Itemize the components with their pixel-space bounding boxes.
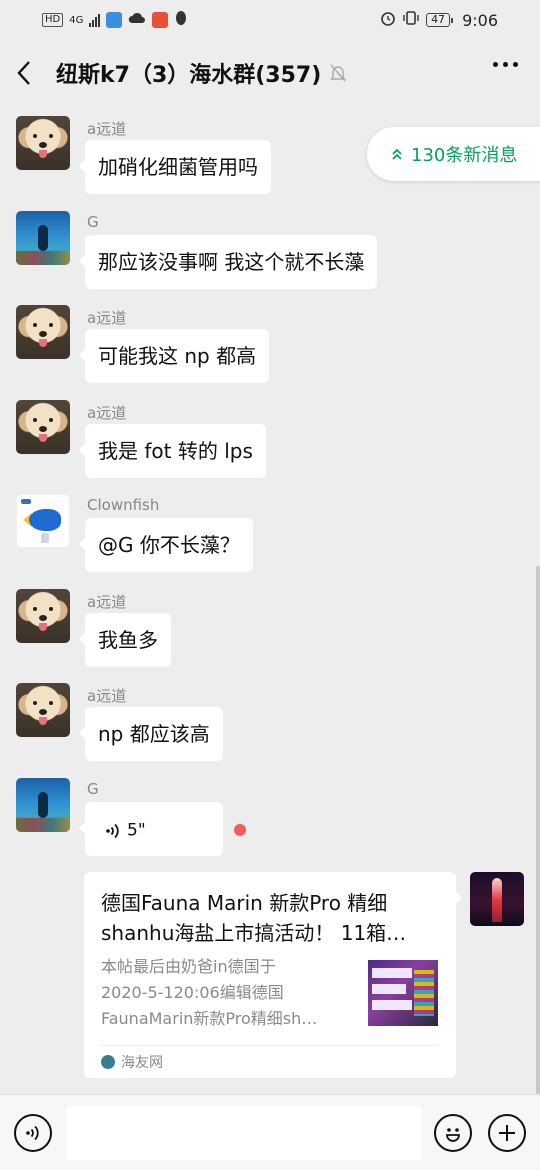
message-bubble[interactable]: 我鱼多 <box>79 613 171 667</box>
own-message-item: 德国Fauna Marin 新款Pro 精细 shanhu海盐上市搞活动！ 11… <box>0 870 540 1094</box>
source-logo-icon <box>101 1055 115 1069</box>
message-bubble[interactable]: np 都应该高 <box>79 707 223 761</box>
sender-name: G <box>87 213 99 231</box>
link-card-title-line: 德国Fauna Marin 新款Pro 精细 <box>101 891 388 915</box>
message-list[interactable]: a远道 加硝化细菌管用吗 G 那应该没事啊 我这个就不长藻 a远道 可能我这 n… <box>0 106 540 1094</box>
dog-avatar[interactable] <box>16 589 70 643</box>
message-bubble[interactable]: @G 你不长藻？ <box>79 518 253 572</box>
back-button[interactable] <box>16 53 46 93</box>
voice-input-button[interactable] <box>14 1114 52 1152</box>
sender-name: G <box>87 780 99 798</box>
cloud-icon <box>128 11 146 29</box>
clock: 9:06 <box>462 10 498 30</box>
news-app-icon <box>152 12 169 28</box>
sender-name: a远道 <box>87 687 127 705</box>
link-card-source: 海友网 <box>101 1052 163 1072</box>
sender-name: a远道 <box>87 309 127 327</box>
sender-name: a远道 <box>87 593 127 611</box>
link-card-desc-line: FaunaMarin新款Pro精细sh… <box>101 1009 318 1028</box>
my-avatar[interactable] <box>470 872 524 926</box>
plus-icon <box>499 1125 515 1141</box>
status-bar: HD 4G 47 9:06 <box>0 0 540 40</box>
new-messages-label: 130条新消息 <box>411 145 518 166</box>
unread-voice-dot <box>234 824 246 836</box>
link-card-thumbnail <box>368 960 438 1026</box>
app-notification-icon <box>106 12 123 28</box>
emoji-button[interactable] <box>434 1114 472 1152</box>
link-card-title-line: shanhu海盐上市搞活动！ 11箱… <box>101 921 407 945</box>
message-bubble[interactable]: 可能我这 np 都高 <box>78 329 270 383</box>
voice-duration: 5" <box>127 820 146 841</box>
dog-avatar[interactable] <box>16 116 70 170</box>
message-item: a远道 我鱼多 <box>16 579 516 667</box>
link-card-title: 德国Fauna Marin 新款Pro 精细 shanhu海盐上市搞活动！ 11… <box>101 888 431 948</box>
sender-name: Clownfish <box>87 496 160 514</box>
message-input[interactable] <box>66 1106 422 1160</box>
signal-icon <box>89 13 101 27</box>
dog-avatar[interactable] <box>16 305 70 359</box>
new-messages-button[interactable]: 130条新消息 <box>367 127 540 181</box>
chat-header: 纽斯k7（3）海水群(357) <box>0 40 540 106</box>
network-type: 4G <box>69 14 84 26</box>
scrollbar[interactable] <box>536 566 540 1094</box>
message-bubble[interactable]: 我是 fot 转的 lps <box>79 424 266 478</box>
chat-title: 纽斯k7（3）海水群(357) <box>56 63 322 88</box>
voice-message-bubble[interactable]: 5" <box>79 802 223 856</box>
fish-avatar[interactable] <box>16 494 70 548</box>
dog-avatar[interactable] <box>16 400 70 454</box>
more-options-button[interactable] <box>493 62 518 67</box>
message-item: G 5" <box>16 768 516 856</box>
alarm-icon <box>380 10 396 30</box>
link-card-description: 本帖最后由奶爸in德国于 2020-5-120:06编辑德国 FaunaMari… <box>101 954 351 1032</box>
message-bubble[interactable]: 加硝化细菌管用吗 <box>79 140 271 194</box>
dog-avatar[interactable] <box>16 683 70 737</box>
input-bar <box>0 1094 540 1170</box>
link-card-divider <box>101 1045 439 1046</box>
message-item: a远道 我是 fot 转的 lps <box>16 390 516 478</box>
sender-name: a远道 <box>87 404 127 422</box>
message-item: a远道 可能我这 np 都高 <box>16 295 516 383</box>
diver-avatar[interactable] <box>16 778 70 832</box>
vibrate-icon <box>402 10 420 30</box>
more-functions-button[interactable] <box>488 1114 526 1152</box>
mute-bell-icon <box>329 63 347 83</box>
message-item: G 那应该没事啊 我这个就不长藻 <box>16 201 516 289</box>
smiley-icon <box>446 1128 460 1142</box>
status-bar-left: HD 4G <box>42 10 188 30</box>
link-card-desc-line: 2020-5-120:06编辑德国 <box>101 983 284 1002</box>
link-card-desc-line: 本帖最后由奶爸in德国于 <box>101 957 276 976</box>
message-item: Clownfish @G 你不长藻？ <box>16 484 516 572</box>
qq-penguin-icon <box>174 10 188 30</box>
battery-indicator: 47 <box>426 13 454 27</box>
hd-badge: HD <box>42 13 64 27</box>
chevron-left-icon <box>17 61 30 85</box>
message-bubble[interactable]: 那应该没事啊 我这个就不长藻 <box>78 235 378 289</box>
double-chevron-up-icon <box>392 148 402 160</box>
status-bar-right: 47 9:06 <box>380 10 498 30</box>
voice-icon <box>26 1125 39 1141</box>
link-card[interactable]: 德国Fauna Marin 新款Pro 精细 shanhu海盐上市搞活动！ 11… <box>84 872 462 1078</box>
voice-wave-icon <box>106 823 119 838</box>
message-item: a远道 np 都应该高 <box>16 673 516 761</box>
source-name: 海友网 <box>121 1055 163 1071</box>
diver-avatar[interactable] <box>16 211 70 265</box>
sender-name: a远道 <box>87 120 127 138</box>
